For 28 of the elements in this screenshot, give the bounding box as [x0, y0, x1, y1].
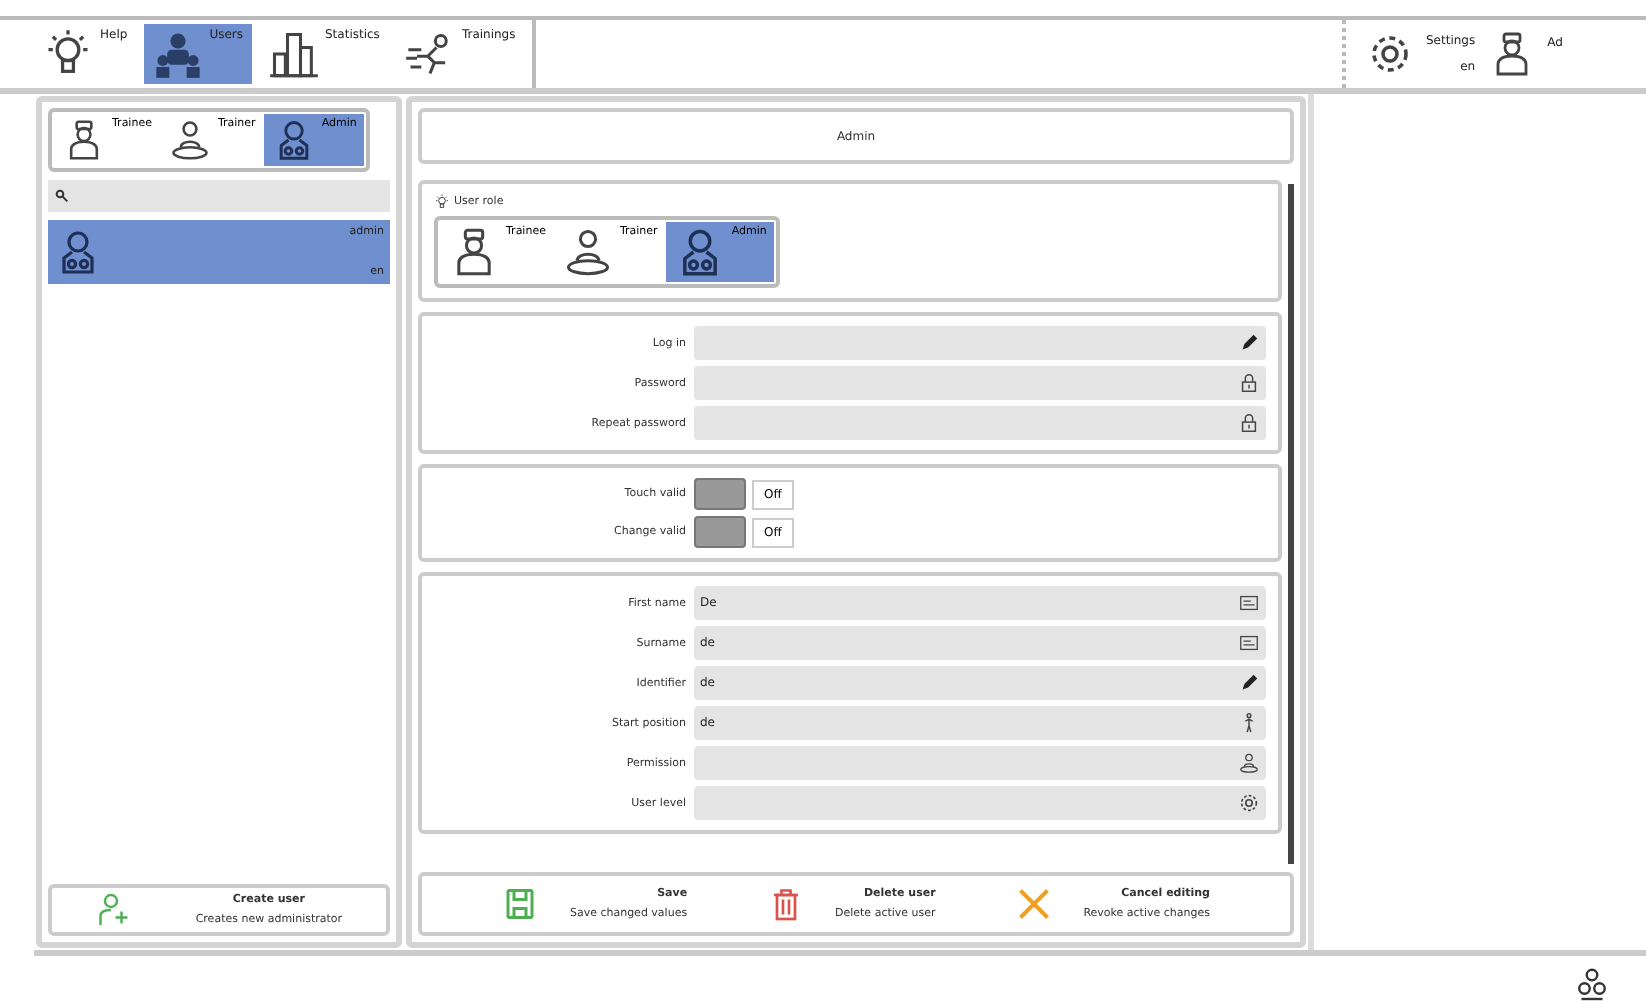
- input-field[interactable]: [694, 326, 1266, 360]
- pencil-icon: [1238, 332, 1260, 354]
- person-at-desk-icon: [167, 118, 212, 162]
- input-field[interactable]: [694, 746, 1266, 780]
- id-card-icon: [1238, 632, 1260, 654]
- toggle-switch[interactable]: [694, 516, 746, 548]
- search-field[interactable]: [48, 180, 390, 212]
- search-icon: [54, 188, 70, 204]
- scrollbar[interactable]: [1288, 184, 1294, 864]
- close-icon: [1015, 886, 1052, 922]
- lightbulb-icon: [434, 194, 450, 210]
- input-field[interactable]: [694, 366, 1266, 400]
- input-field[interactable]: [694, 786, 1266, 820]
- settings-icon: [1366, 30, 1414, 78]
- add-user-icon: [95, 892, 132, 928]
- toggle-switch[interactable]: [694, 478, 746, 510]
- person-at-desk-icon: [1238, 752, 1260, 774]
- id-card-icon: [1238, 592, 1260, 614]
- lock-icon: [1238, 372, 1260, 394]
- save-icon: [501, 886, 538, 922]
- logo-icon: [1574, 966, 1610, 1002]
- users-icon: [151, 28, 204, 80]
- bar-chart-icon: [267, 28, 319, 80]
- person-at-desk-icon: [561, 226, 614, 278]
- pencil-icon: [1238, 672, 1260, 694]
- input-field[interactable]: [694, 406, 1266, 440]
- settings-icon: [1238, 792, 1260, 814]
- lock-icon: [1238, 412, 1260, 434]
